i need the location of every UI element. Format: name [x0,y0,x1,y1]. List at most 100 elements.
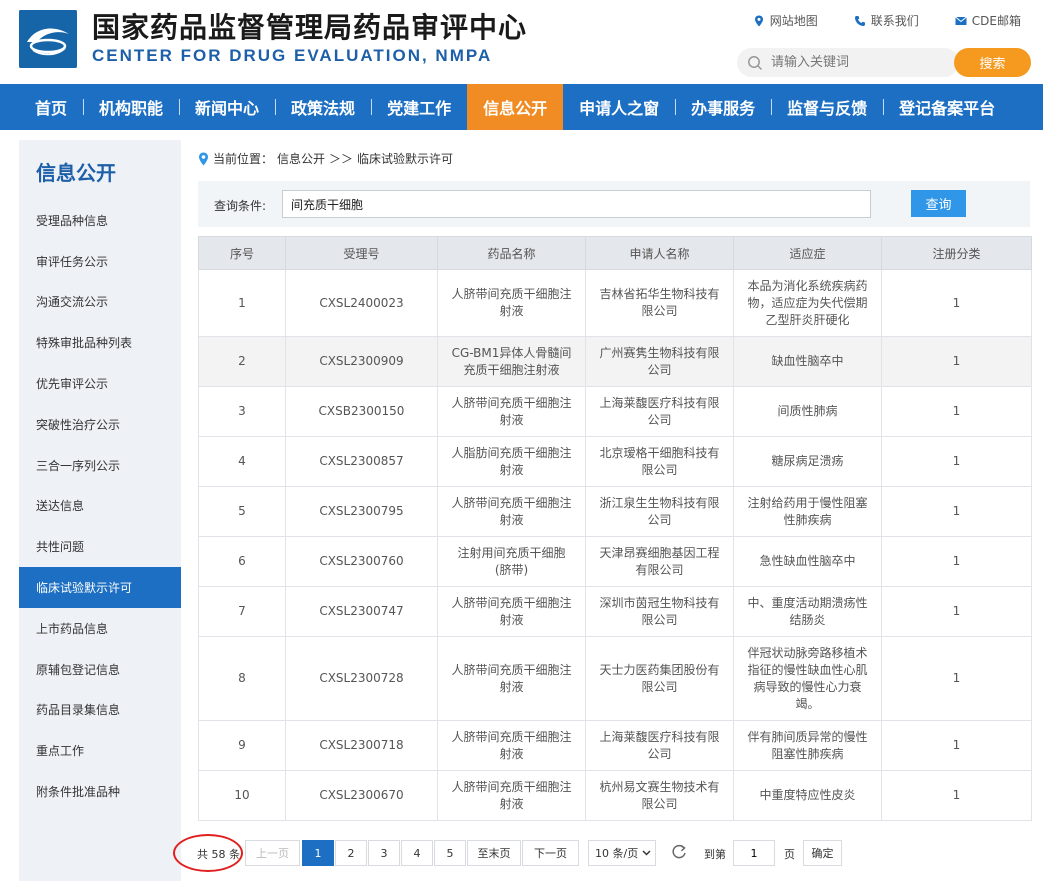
query-input[interactable] [282,190,871,218]
cell-no: 1 [198,269,286,337]
goto-suffix: 页 [784,848,795,861]
sidebar-item-key-work[interactable]: 重点工作 [19,730,181,771]
sidebar-item-breakthrough[interactable]: 突破性治疗公示 [19,404,181,445]
top-links: 网站地图 联系我们 CDE邮箱 [753,12,1021,29]
cell-reg-class: 1 [881,269,1032,337]
site-title-cn: 国家药品监督管理局药品审评中心 [92,11,528,44]
cell-indication: 伴冠状动脉旁路移植术指征的慢性缺血性心肌病导致的慢性心力衰竭。 [733,636,882,721]
cell-drug-name: 人脐带间充质干细胞注射液 [437,636,586,721]
site-search-box [737,48,959,77]
sidebar-item-three-in-one[interactable]: 三合一序列公示 [19,445,181,486]
pager-page-1[interactable]: 1 [302,840,334,866]
pager-last-button[interactable]: 至末页 [467,840,521,866]
sidebar-item-communication[interactable]: 沟通交流公示 [19,282,181,323]
cell-applicant: 上海莱馥医疗科技有限公司 [585,386,734,437]
table-row[interactable]: 8 CXSL2300728 人脐带间充质干细胞注射液 天士力医药集团股份有限公司… [198,636,1032,721]
pager-page-5[interactable]: 5 [434,840,466,866]
column-header-drug-name: 药品名称 [437,236,586,270]
nav-item-feedback[interactable]: 监督与反馈 [771,84,883,130]
cde-mail-link[interactable]: CDE邮箱 [954,12,1021,29]
sidebar-item-accepted[interactable]: 受理品种信息 [19,200,181,241]
sidebar-item-drug-catalog[interactable]: 药品目录集信息 [19,690,181,731]
nav-item-policy[interactable]: 政策法规 [275,84,371,130]
table-row[interactable]: 2 CXSL2300909 CG-BM1异体人骨髓间充质干细胞注射液 广州赛隽生… [198,336,1032,387]
cell-drug-name: 人脐带间充质干细胞注射液 [437,586,586,637]
cell-no: 5 [198,486,286,537]
table-row[interactable]: 3 CXSB2300150 人脐带间充质干细胞注射液 上海莱馥医疗科技有限公司 … [198,386,1032,437]
query-button[interactable]: 查询 [911,190,966,217]
cde-logo[interactable] [19,10,77,68]
sidebar-item-special-approval[interactable]: 特殊审批品种列表 [19,322,181,363]
sitemap-link[interactable]: 网站地图 [753,12,818,29]
nav-item-functions[interactable]: 机构职能 [83,84,179,130]
results-table: 序号 受理号 药品名称 申请人名称 适应症 注册分类 1 CXSL2400023… [198,236,1032,821]
table-row[interactable]: 9 CXSL2300718 人脐带间充质干细胞注射液 上海莱馥医疗科技有限公司 … [198,720,1032,771]
table-row[interactable]: 6 CXSL2300760 注射用间充质干细胞(脐带) 天津昂赛细胞基因工程有限… [198,536,1032,587]
sidebar-item-marketed-drugs[interactable]: 上市药品信息 [19,608,181,649]
breadcrumb-link-info[interactable]: 信息公开 [277,150,325,167]
cell-applicant: 浙江泉生生物科技有限公司 [585,486,734,537]
column-header-no: 序号 [198,236,286,270]
nav-item-applicant[interactable]: 申请人之窗 [563,84,675,130]
pager-page-3[interactable]: 3 [368,840,400,866]
query-bar: 查询条件: 查询 [198,181,1030,227]
site-search-button[interactable]: 搜索 [954,48,1031,77]
goto-page-input[interactable] [734,841,774,865]
sidebar-item-conditional-approval[interactable]: 附条件批准品种 [19,771,181,812]
cell-no: 10 [198,770,286,821]
cell-no: 9 [198,720,286,771]
cde-mail-label: CDE邮箱 [971,14,1021,28]
cell-no: 6 [198,536,286,587]
phone-icon [854,15,865,26]
goto-confirm-button[interactable]: 确定 [803,840,842,866]
nav-item-home[interactable]: 首页 [0,84,83,130]
pager-prev-button[interactable]: 上一页 [245,840,300,866]
cell-drug-name: 注射用间充质干细胞(脐带) [437,536,586,587]
sidebar-title: 信息公开 [36,161,116,185]
nav-item-info-disclosure[interactable]: 信息公开 [467,84,564,130]
cell-reg-class: 1 [881,436,1032,487]
per-page-value: 10 条/页 [595,847,639,860]
per-page-select[interactable]: 10 条/页 [588,840,656,866]
sidebar-item-common-issues[interactable]: 共性问题 [19,526,181,567]
cell-drug-name: 人脐带间充质干细胞注射液 [437,486,586,537]
nav-item-registration[interactable]: 登记备案平台 [883,84,1011,130]
cell-applicant: 天津昂赛细胞基因工程有限公司 [585,536,734,587]
breadcrumb: 当前位置： 信息公开 ＞＞ 临床试验默示许可 [198,150,453,167]
chevron-down-icon [642,850,651,856]
nav-item-party[interactable]: 党建工作 [371,84,467,130]
table-row[interactable]: 7 CXSL2300747 人脐带间充质干细胞注射液 深圳市茵冠生物科技有限公司… [198,586,1032,637]
table-row[interactable]: 5 CXSL2300795 人脐带间充质干细胞注射液 浙江泉生生物科技有限公司 … [198,486,1032,537]
pager-page-2[interactable]: 2 [335,840,367,866]
table-row[interactable]: 1 CXSL2400023 人脐带间充质干细胞注射液 吉林省拓华生物科技有限公司… [198,269,1032,337]
cell-indication: 中、重度活动期溃疡性结肠炎 [733,586,882,637]
nav-item-services[interactable]: 办事服务 [675,84,771,130]
cell-indication: 糖尿病足溃疡 [733,436,882,487]
cell-accept-no: CXSL2300795 [285,486,438,537]
cell-no: 2 [198,336,286,387]
sidebar-item-delivery[interactable]: 送达信息 [19,486,181,527]
sidebar: 信息公开 受理品种信息 审评任务公示 沟通交流公示 特殊审批品种列表 优先审评公… [19,140,181,881]
cell-applicant: 杭州易文赛生物技术有限公司 [585,770,734,821]
cell-drug-name: 人脂肪间充质干细胞注射液 [437,436,586,487]
sidebar-item-excipient-registration[interactable]: 原辅包登记信息 [19,649,181,690]
site-title-en: CENTER FOR DRUG EVALUATION, NMPA [92,46,493,65]
sidebar-item-priority-review[interactable]: 优先审评公示 [19,363,181,404]
pager-next-button[interactable]: 下一页 [522,840,579,866]
cell-indication: 急性缺血性脑卒中 [733,536,882,587]
site-search-input[interactable] [771,55,951,70]
sidebar-item-review-tasks[interactable]: 审评任务公示 [19,241,181,282]
refresh-icon[interactable] [671,843,687,861]
site-header: 国家药品监督管理局药品审评中心 CENTER FOR DRUG EVALUATI… [0,0,1043,84]
nav-item-news[interactable]: 新闻中心 [179,84,275,130]
table-row[interactable]: 4 CXSL2300857 人脂肪间充质干细胞注射液 北京瑷格干细胞科技有限公司… [198,436,1032,487]
cell-drug-name: 人脐带间充质干细胞注射液 [437,770,586,821]
table-row[interactable]: 10 CXSL2300670 人脐带间充质干细胞注射液 杭州易文赛生物技术有限公… [198,770,1032,821]
breadcrumb-current: 临床试验默示许可 [357,152,454,166]
sidebar-item-clinical-trial-approval[interactable]: 临床试验默示许可 [19,567,181,608]
pager-page-4[interactable]: 4 [401,840,433,866]
cell-no: 4 [198,436,286,487]
column-header-applicant: 申请人名称 [585,236,734,270]
cell-no: 7 [198,586,286,637]
contact-link[interactable]: 联系我们 [854,12,919,29]
